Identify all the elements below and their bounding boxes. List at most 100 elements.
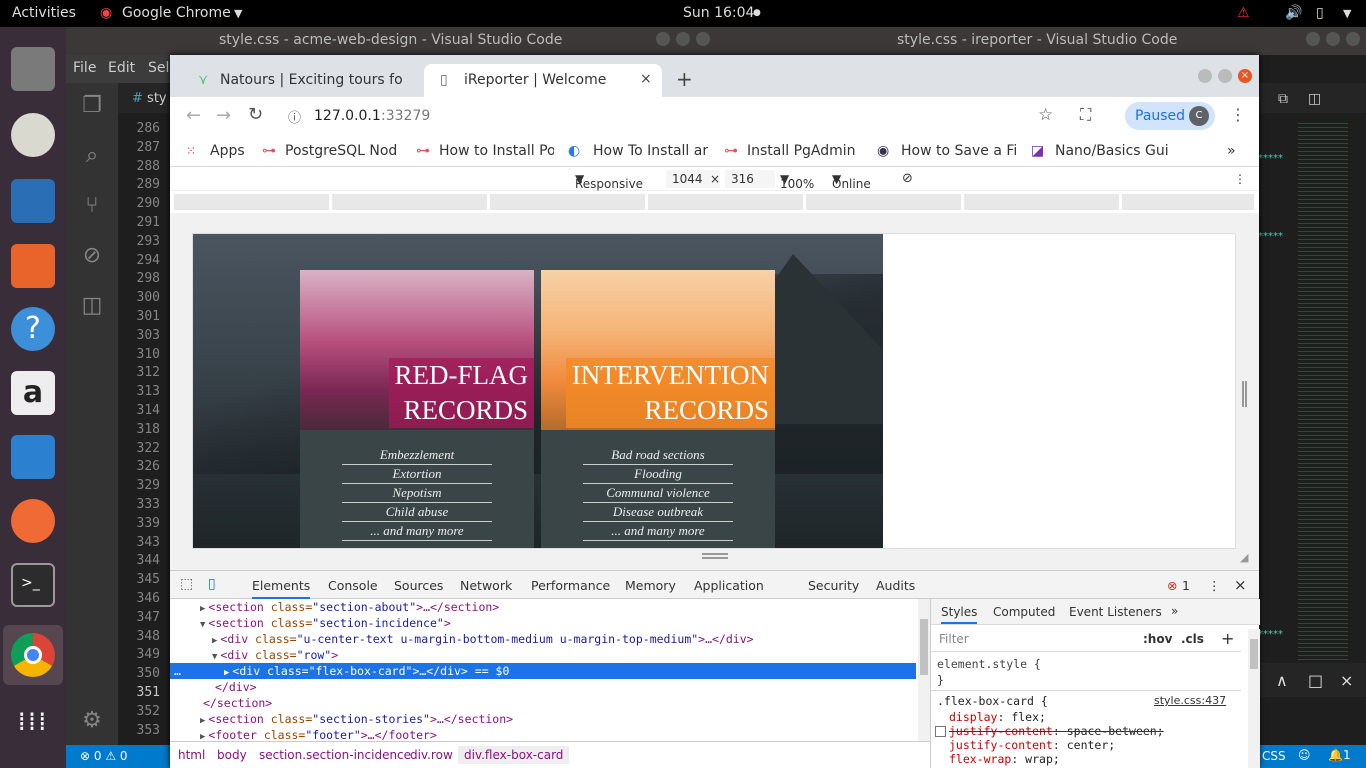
network-select[interactable]: Online ▼: [832, 172, 871, 191]
minimize-icon[interactable]: [1198, 69, 1212, 83]
breadcrumb-html[interactable]: html: [178, 748, 205, 762]
help-icon[interactable]: ?: [11, 307, 55, 351]
tab-styles[interactable]: Styles: [941, 605, 978, 624]
address-bar[interactable]: ⓘ 127.0.0.1 :33279: [278, 102, 1078, 130]
dom-node-row[interactable]: ▶ <div class="flex-box-card">…</div> == $…: [170, 663, 916, 679]
dom-node-row[interactable]: ▶ <footer class="footer">…</footer>: [170, 727, 916, 741]
more-options-icon[interactable]: …: [174, 663, 181, 679]
device-toggle-icon[interactable]: ▯: [208, 576, 216, 592]
maximize-icon[interactable]: [1326, 32, 1340, 46]
tab-elements[interactable]: Elements: [252, 578, 311, 599]
app-menu[interactable]: Google Chrome: [122, 5, 231, 21]
split-editor-icon[interactable]: ⧉: [1278, 91, 1288, 107]
warning-icon[interactable]: ⚠: [1237, 5, 1250, 21]
vscode-icon[interactable]: [11, 435, 55, 479]
close-tab-icon[interactable]: ×: [640, 71, 652, 87]
resize-handle-bottom[interactable]: [702, 553, 728, 559]
bookmark-install-ar[interactable]: How To Install ar: [593, 143, 708, 159]
reload-icon[interactable]: ↻: [248, 104, 263, 125]
zoom-select[interactable]: 100% ▼: [780, 172, 814, 191]
back-icon[interactable]: ←: [186, 105, 201, 126]
postman-icon[interactable]: [11, 499, 55, 543]
amazon-icon[interactable]: a: [11, 371, 55, 415]
paused-sync-button[interactable]: Paused C: [1125, 102, 1215, 130]
minimap[interactable]: [1298, 123, 1348, 683]
maximize-icon[interactable]: [676, 32, 690, 46]
screen-capture-icon[interactable]: ⛶: [1080, 105, 1091, 125]
notifications-bell[interactable]: 🔔1: [1328, 748, 1351, 762]
device-menu-icon[interactable]: ⋮: [1234, 172, 1246, 186]
bookmark-nano[interactable]: Nano/Basics Gui: [1055, 143, 1170, 159]
close-panel-icon[interactable]: ×: [1340, 671, 1353, 690]
rotate-icon[interactable]: ⊘: [902, 171, 913, 186]
minimize-icon[interactable]: [1306, 32, 1320, 46]
bookmark-pgadmin[interactable]: Install PgAdmin: [747, 143, 862, 159]
bookmark-postgresql[interactable]: PostgreSQL Nod: [285, 143, 400, 159]
chrome-menu-icon[interactable]: ⋮: [1230, 105, 1246, 124]
declaration-checkbox[interactable]: [935, 726, 946, 737]
menu-file[interactable]: File: [73, 60, 96, 76]
debug-icon[interactable]: ⊘: [79, 243, 105, 269]
tab-console[interactable]: Console: [328, 578, 378, 593]
tab-computed[interactable]: Computed: [993, 605, 1055, 619]
close-icon[interactable]: [1346, 32, 1360, 46]
tab-application[interactable]: Application: [694, 578, 764, 593]
media-query-bar[interactable]: [174, 194, 1254, 210]
feedback-icon[interactable]: ☺: [1298, 748, 1311, 762]
bookmark-save-file[interactable]: How to Save a Fi: [901, 143, 1016, 159]
close-icon[interactable]: [696, 32, 710, 46]
chevron-up-icon[interactable]: ∧: [1276, 671, 1288, 690]
cls-toggle[interactable]: .cls: [1181, 632, 1204, 646]
activities-button[interactable]: Activities: [12, 5, 76, 21]
language-mode[interactable]: CSS: [1262, 749, 1286, 763]
css-declaration[interactable]: justify-content: space-between;: [935, 724, 1164, 738]
dom-node-row[interactable]: </div>: [170, 679, 916, 695]
extensions-icon[interactable]: ◫: [79, 293, 105, 319]
tab-network[interactable]: Network: [460, 578, 512, 593]
resize-corner-icon[interactable]: ◢: [1240, 551, 1248, 564]
height-input[interactable]: 316: [725, 170, 775, 188]
red-flag-card[interactable]: RED-FLAG RECORDS Embezzlement Extortion …: [300, 270, 534, 548]
menu-selection[interactable]: Sel: [148, 60, 169, 76]
devtools-menu-icon[interactable]: ⋮: [1208, 578, 1221, 593]
software-center-icon[interactable]: [11, 244, 55, 288]
show-apps-icon[interactable]: ⁞⁞⁞: [11, 709, 55, 756]
dom-node-row[interactable]: ▶ <div class="u-center-text u-margin-bott…: [170, 631, 916, 647]
terminal-icon[interactable]: >_: [11, 563, 55, 607]
tab-performance[interactable]: Performance: [531, 578, 610, 593]
breadcrumb-row[interactable]: div.row: [410, 748, 453, 762]
minimize-icon[interactable]: [656, 32, 670, 46]
rule-source-link[interactable]: style.css:437: [1154, 694, 1226, 707]
dom-node-row[interactable]: ▶ <section class="section-stories">…</sec…: [170, 711, 916, 727]
menu-edit[interactable]: Edit: [108, 60, 135, 76]
styles-filter-input[interactable]: Filter: [935, 629, 1135, 649]
clock[interactable]: Sun 16:04: [683, 5, 754, 21]
tab-memory[interactable]: Memory: [625, 578, 676, 593]
tab-event-listeners[interactable]: Event Listeners: [1069, 605, 1162, 619]
system-menu-chevron-icon[interactable]: ▼: [1343, 7, 1351, 20]
css-declaration[interactable]: display: flex;: [949, 710, 1046, 724]
tab-sources[interactable]: Sources: [394, 578, 443, 593]
problems-status[interactable]: ⊗ 0 ⚠ 0: [80, 749, 128, 763]
tab-natours[interactable]: ⋎ Natours | Exciting tours fo: [180, 64, 420, 97]
intervention-card[interactable]: INTERVENTION RECORDS Bad road sections F…: [541, 270, 775, 548]
new-tab-button[interactable]: +: [676, 67, 693, 91]
breadcrumb-section[interactable]: section.section-incidence: [259, 748, 411, 762]
close-window-icon[interactable]: ×: [1238, 69, 1252, 83]
dom-node-row[interactable]: ▼ <section class="section-incidence">: [170, 615, 916, 631]
tab-audits[interactable]: Audits: [876, 578, 915, 593]
forward-icon[interactable]: →: [216, 105, 231, 126]
source-control-icon[interactable]: ⑂: [79, 193, 105, 219]
breadcrumb-card[interactable]: div.flex-box-card: [458, 746, 570, 764]
close-devtools-icon[interactable]: ×: [1234, 576, 1247, 594]
star-icon[interactable]: ☆: [1038, 105, 1053, 125]
volume-icon[interactable]: 🔊: [1285, 5, 1302, 21]
dom-node-row[interactable]: ▶ <section class="section-about">…</secti…: [170, 599, 916, 615]
styles-scrollbar[interactable]: [1248, 629, 1260, 768]
vscode-editor-tab[interactable]: # sty: [118, 83, 170, 113]
explorer-icon[interactable]: ❐: [79, 93, 105, 119]
resize-handle-right[interactable]: [1242, 381, 1247, 407]
css-declaration[interactable]: flex-wrap: wrap;: [949, 752, 1060, 766]
files-icon[interactable]: [11, 47, 55, 91]
rhythmbox-icon[interactable]: [11, 113, 55, 157]
